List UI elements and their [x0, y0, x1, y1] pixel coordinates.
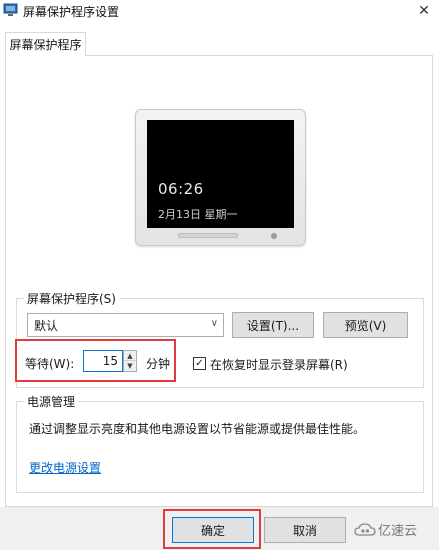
cancel-button-label: 取消 — [292, 523, 317, 538]
screensaver-select[interactable]: 默认 ∨ — [27, 313, 224, 337]
settings-button-label: 设置(T)... — [246, 318, 300, 333]
spin-up-button[interactable]: ▲ — [124, 351, 136, 361]
power-group-legend: 电源管理 — [24, 393, 79, 410]
power-group — [16, 401, 424, 493]
resume-checkbox-label[interactable]: 在恢复时显示登录屏幕(R) — [210, 356, 348, 373]
watermark-text: 亿速云 — [378, 524, 418, 539]
wait-label: 等待(W): — [25, 357, 75, 371]
settings-button[interactable]: 设置(T)... — [232, 312, 314, 338]
cloud-logo-icon — [354, 522, 376, 536]
preview-date: 2月13日 星期一 — [158, 208, 238, 221]
resume-checkbox[interactable]: ✓ — [193, 357, 206, 370]
preview-button[interactable]: 预览(V) — [323, 312, 408, 338]
screensaver-group-legend: 屏幕保护程序(S) — [24, 290, 119, 307]
screensaver-app-icon — [3, 3, 18, 16]
chevron-down-icon: ∨ — [210, 318, 218, 329]
wait-minutes-input[interactable]: 15 — [83, 350, 123, 372]
wait-spinner: ▲ ▼ — [123, 350, 137, 372]
window-title: 屏幕保护程序设置 — [23, 5, 120, 19]
ok-button-label: 确定 — [200, 523, 225, 538]
close-button[interactable]: ✕ — [409, 0, 439, 22]
monitor-slot — [178, 233, 238, 238]
title-bar: 屏幕保护程序设置 ✕ — [0, 0, 439, 22]
power-description: 通过调整显示亮度和其他电源设置以节省能源或提供最佳性能。 — [29, 422, 366, 436]
monitor-power-led — [271, 233, 277, 239]
tab-label: 屏幕保护程序 — [9, 38, 82, 52]
minutes-label: 分钟 — [146, 357, 171, 371]
preview-time: 06:26 — [158, 180, 204, 198]
cancel-button[interactable]: 取消 — [264, 517, 346, 543]
checkmark-icon: ✓ — [195, 357, 204, 369]
close-icon: ✕ — [418, 3, 430, 19]
preview-button-label: 预览(V) — [344, 318, 387, 333]
preview-screen: 06:26 2月13日 星期一 — [147, 120, 294, 228]
spin-down-button[interactable]: ▼ — [124, 361, 136, 371]
watermark: 亿速云 — [354, 520, 417, 539]
screensaver-selected-value: 默认 — [34, 318, 59, 333]
ok-button[interactable]: 确定 — [172, 517, 254, 543]
tab-screensaver[interactable]: 屏幕保护程序 — [5, 32, 86, 56]
change-power-settings-link[interactable]: 更改电源设置 — [29, 459, 101, 476]
monitor-preview: 06:26 2月13日 星期一 — [135, 109, 306, 246]
